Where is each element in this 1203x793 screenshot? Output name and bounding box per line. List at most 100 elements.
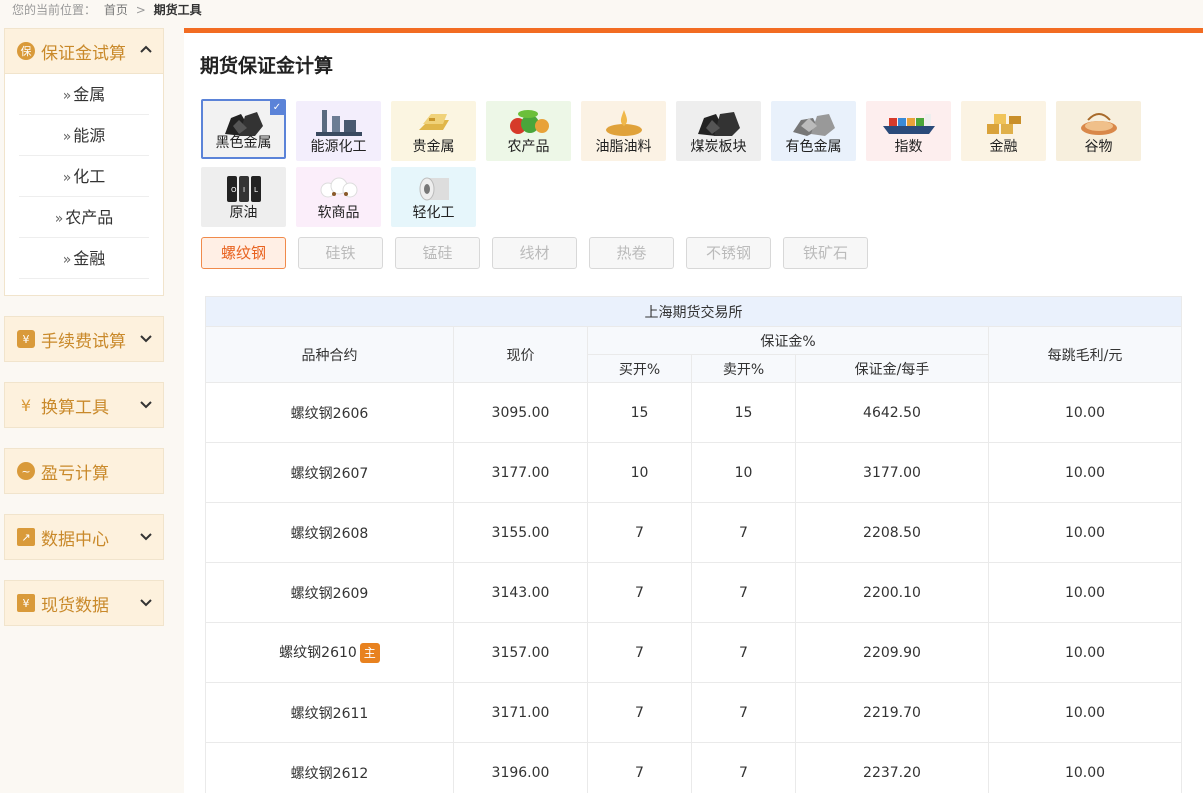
sidebar-head-fee[interactable]: ¥ 手续费试算	[5, 317, 163, 361]
page-title: 期货保证金计算	[200, 55, 334, 77]
sidebar-head-spot[interactable]: ¥ 现货数据	[5, 581, 163, 625]
cell-price-text: 3171.00	[491, 704, 550, 721]
sidebar-item-label: 金属	[73, 85, 106, 104]
table-row: 螺纹钢2608 3155.00 7 7 2208.50 10.00	[205, 502, 1182, 563]
cell-price-text: 3143.00	[491, 584, 550, 601]
sidebar-submenu: » 金属 » 能源 » 化工 » 农产品 » 金融	[5, 73, 163, 295]
tab-iron-ore[interactable]: 铁矿石	[783, 237, 868, 269]
cell-sell: 7	[691, 742, 796, 793]
cell-buy-text: 15	[630, 404, 649, 421]
sidebar-head-label: 保证金试算	[41, 43, 126, 64]
grain-icon	[1056, 105, 1141, 139]
exchange-name: 上海期货交易所	[205, 296, 1182, 327]
cell-buy: 7	[587, 742, 692, 793]
breadcrumb: 您的当前位置： 首页 > 期货工具	[12, 1, 206, 17]
category-finance[interactable]: 金融	[961, 101, 1046, 161]
cell-price: 3157.00	[453, 622, 588, 683]
category-label: 谷物	[1084, 139, 1113, 155]
cell-contract-text: 螺纹钢2610	[279, 645, 357, 661]
cell-contract-text: 螺纹钢2607	[290, 465, 369, 482]
cell-contract: 螺纹钢2607	[205, 442, 454, 503]
sidebar-head-label: 手续费试算	[41, 331, 126, 352]
coal-icon	[676, 105, 761, 139]
cell-margin: 2237.20	[795, 742, 989, 793]
sidebar-section-convert: ¥ 换算工具	[4, 382, 164, 428]
sidebar-item-finance[interactable]: » 金融	[19, 238, 149, 279]
sidebar-item-agri[interactable]: » 农产品	[19, 197, 149, 238]
category-grain[interactable]: 谷物	[1056, 101, 1141, 161]
sidebar-head-convert[interactable]: ¥ 换算工具	[5, 383, 163, 427]
cell-sell-text: 7	[739, 584, 748, 601]
sidebar-item-energy[interactable]: » 能源	[19, 115, 149, 156]
cell-margin: 3177.00	[795, 442, 989, 503]
table-row: 螺纹钢2612 3196.00 7 7 2237.20 10.00	[205, 742, 1182, 793]
chevron-up-icon	[140, 45, 152, 53]
category-label: 能源化工	[310, 139, 367, 155]
sidebar-head-data[interactable]: ↗ 数据中心	[5, 515, 163, 559]
col-per-lot: 保证金/每手	[795, 354, 989, 383]
chevron-down-icon	[140, 335, 152, 343]
cell-margin: 2208.50	[795, 502, 989, 563]
tab-ferrosilicon[interactable]: 硅铁	[298, 237, 383, 269]
cell-contract: 螺纹钢2608	[205, 502, 454, 563]
sidebar-item-label: 化工	[73, 167, 106, 186]
cell-buy-text: 7	[635, 644, 644, 661]
tab-hot-coil[interactable]: 热卷	[589, 237, 674, 269]
cell-buy-text: 7	[635, 584, 644, 601]
col-margin-group: 保证金%	[587, 326, 989, 355]
category-label: 软商品	[317, 205, 360, 221]
cell-sell: 7	[691, 502, 796, 563]
breadcrumb-separator: >	[135, 3, 146, 17]
oil-barrel-icon: OI L	[201, 171, 286, 205]
chart-icon: ↗	[17, 528, 35, 546]
category-index[interactable]: 指数	[866, 101, 951, 161]
category-agri[interactable]: 农产品	[486, 101, 571, 161]
tab-rebar[interactable]: 螺纹钢	[201, 237, 286, 269]
category-oilseed[interactable]: 油脂油料	[581, 101, 666, 161]
cell-price: 3095.00	[453, 382, 588, 443]
category-nonferrous[interactable]: 有色金属	[771, 101, 856, 161]
sidebar-head-pnl[interactable]: ~ 盈亏计算	[5, 449, 163, 493]
checkmark-icon: ✓	[270, 101, 284, 115]
category-crude-oil[interactable]: OI L 原油	[201, 167, 286, 227]
category-coal[interactable]: 煤炭板块	[676, 101, 761, 161]
table-row: 螺纹钢2607 3177.00 10 10 3177.00 10.00	[205, 442, 1182, 503]
sidebar-item-metal[interactable]: » 金属	[19, 74, 149, 115]
category-label: 油脂油料	[595, 139, 652, 155]
tab-wire-rod[interactable]: 线材	[492, 237, 577, 269]
cell-sell-text: 15	[734, 404, 753, 421]
category-light-chem[interactable]: 轻化工	[391, 167, 476, 227]
fee-icon: ¥	[17, 330, 35, 348]
metal-icon	[771, 105, 856, 139]
chevron-down-icon	[140, 401, 152, 409]
cell-tick-text: 10.00	[1064, 644, 1106, 661]
tab-stainless[interactable]: 不锈钢	[686, 237, 771, 269]
cell-contract: 螺纹钢2610 主	[205, 622, 454, 683]
cotton-icon	[296, 171, 381, 205]
cell-tick-text: 10.00	[1064, 524, 1106, 541]
cell-sell: 15	[691, 382, 796, 443]
category-precious-metal[interactable]: 贵金属	[391, 101, 476, 161]
cell-margin-text: 2209.90	[863, 644, 921, 661]
cell-tick: 10.00	[988, 382, 1182, 443]
cell-tick-text: 10.00	[1064, 464, 1106, 481]
table-row: 螺纹钢2610 主 3157.00 7 7 2209.90 10.00	[205, 622, 1182, 683]
paper-roll-icon	[391, 171, 476, 205]
cell-buy: 7	[587, 562, 692, 623]
category-label: 贵金属	[412, 139, 455, 155]
sidebar-head-label: 盈亏计算	[41, 463, 109, 484]
sidebar-item-chemical[interactable]: » 化工	[19, 156, 149, 197]
category-label: 煤炭板块	[690, 139, 747, 155]
cell-sell-text: 10	[734, 464, 753, 481]
sidebar-item-label: 金融	[73, 249, 106, 268]
category-soft[interactable]: 软商品	[296, 167, 381, 227]
category-label: 有色金属	[785, 139, 842, 155]
cell-contract-text: 螺纹钢2606	[290, 405, 369, 422]
category-energy-chem[interactable]: 能源化工	[296, 101, 381, 161]
tab-silicomanganese[interactable]: 锰硅	[395, 237, 480, 269]
breadcrumb-home-link[interactable]: 首页	[104, 3, 128, 17]
category-black-metal[interactable]: 黑色金属 ✓	[201, 99, 286, 159]
cell-tick: 10.00	[988, 442, 1182, 503]
sidebar-head-margin[interactable]: 保 保证金试算	[5, 29, 163, 73]
cell-sell-text: 7	[739, 524, 748, 541]
